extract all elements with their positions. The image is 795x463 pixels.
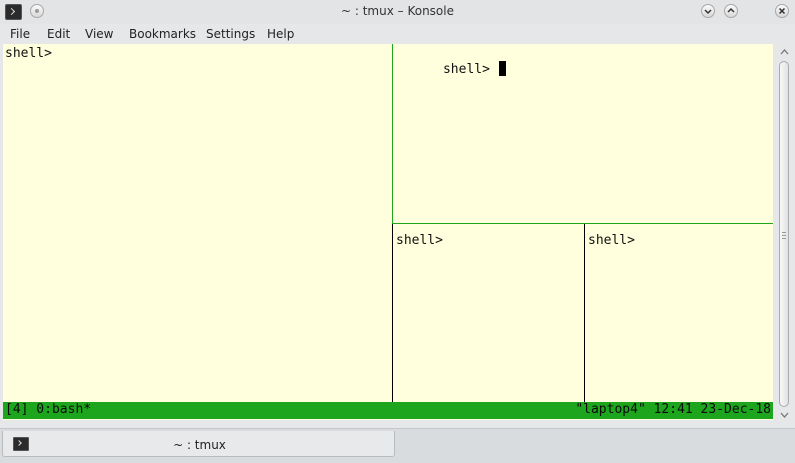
menu-settings[interactable]: Settings bbox=[206, 27, 255, 41]
pane-divider-active-vertical[interactable] bbox=[392, 44, 393, 223]
chevron-down-icon bbox=[704, 9, 712, 15]
tab-tmux[interactable]: ~ : tmux bbox=[2, 431, 395, 457]
pane-top-right: shell> bbox=[396, 46, 506, 92]
pane-bottom-middle-prompt: shell> bbox=[396, 233, 443, 248]
scrollbar-handle[interactable] bbox=[779, 61, 789, 407]
menu-view[interactable]: View bbox=[85, 27, 113, 41]
menu-bookmarks[interactable]: Bookmarks bbox=[129, 27, 196, 41]
menu-file[interactable]: File bbox=[10, 27, 30, 41]
menu-edit[interactable]: Edit bbox=[47, 27, 70, 41]
pane-divider-active-horizontal[interactable] bbox=[392, 223, 773, 224]
title-bar[interactable]: ~ : tmux – Konsole bbox=[0, 0, 795, 24]
status-window-list[interactable]: [4] 0:bash* bbox=[5, 402, 91, 417]
maximize-button[interactable] bbox=[724, 4, 738, 18]
menu-bar: File Edit View Bookmarks Settings Help bbox=[0, 24, 795, 44]
pane-bottom-right-prompt: shell> bbox=[588, 233, 635, 248]
scroll-up-icon[interactable] bbox=[779, 47, 790, 57]
close-button[interactable] bbox=[775, 4, 789, 18]
scroll-down-icon[interactable] bbox=[779, 410, 790, 420]
minimize-button[interactable] bbox=[701, 4, 715, 18]
chevron-up-icon bbox=[727, 7, 735, 13]
pane-top-right-prompt: shell> bbox=[442, 62, 498, 77]
tmux-status-bar: [4] 0:bash* "laptop4" 12:41 23-Dec-18 bbox=[3, 402, 773, 419]
grip-icon bbox=[782, 232, 786, 233]
vertical-scrollbar[interactable] bbox=[776, 44, 792, 427]
terminal-area[interactable]: shell> shell> shell> shell> [4] 0:bash* … bbox=[3, 44, 773, 420]
konsole-window: ~ : tmux – Konsole File Edit View Bookma… bbox=[0, 0, 795, 463]
close-icon bbox=[778, 7, 786, 15]
pane-left-prompt: shell> bbox=[5, 46, 52, 61]
window-title: ~ : tmux – Konsole bbox=[341, 4, 454, 18]
text-cursor bbox=[498, 61, 506, 76]
tab-bar: ~ : tmux bbox=[0, 428, 795, 463]
menu-help[interactable]: Help bbox=[267, 27, 294, 41]
tab-label: ~ : tmux bbox=[173, 438, 226, 452]
pane-divider-vertical-2[interactable] bbox=[584, 224, 585, 402]
pane-divider-vertical[interactable] bbox=[392, 224, 393, 402]
status-host-time: "laptop4" 12:41 23-Dec-18 bbox=[575, 402, 771, 417]
